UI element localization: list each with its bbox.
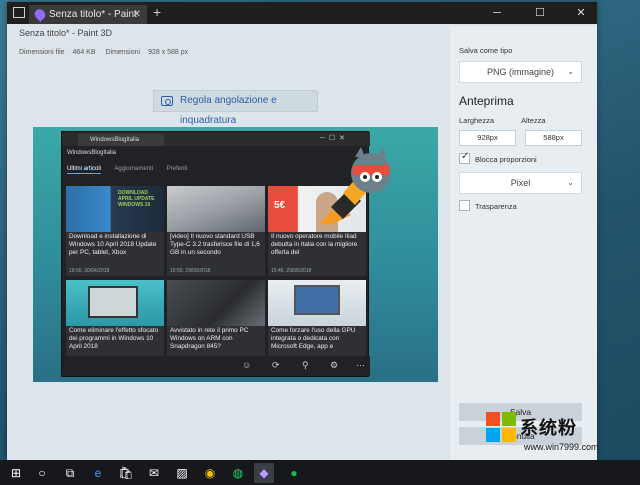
height-input[interactable]: 588px <box>525 130 582 146</box>
card-title: Come forzare l'uso della GPU integrata o… <box>271 327 356 350</box>
card-banner: DOWNLOAD APRIL UPDATE WINDOWS 10 <box>118 190 155 208</box>
save-type-label: Salva come tipo <box>459 46 513 55</box>
photos-icon[interactable]: ▨ <box>172 463 192 483</box>
whatsapp-icon[interactable]: ◍ <box>228 463 248 483</box>
paint3d-taskbar-icon[interactable]: ◆ <box>254 463 274 483</box>
new-tab-icon[interactable]: + <box>153 4 161 20</box>
lock-proportions-label: Blocca proporzioni <box>475 155 537 164</box>
watermark: 系统粉 www.win7999.com <box>486 408 634 462</box>
taskbar: ⊞ ○ ⧉ e 🛍 ✉ ▨ ◉ ◍ ◆ ● <box>0 460 640 485</box>
article-card: [video] Il nuovo standard USB Type-C 3.2… <box>167 186 265 276</box>
image-preview: WindowsBlogItalia ─ ☐ ✕ WindowsBlogItali… <box>33 127 438 382</box>
article-card: DOWNLOAD APRIL UPDATE WINDOWS 10 Downloa… <box>66 186 164 276</box>
ninja-cat-icon <box>319 147 391 225</box>
task-view-icon[interactable]: ⧉ <box>60 463 80 483</box>
file-size: 464 KB <box>72 49 96 56</box>
preview-header: WindowsBlogItalia <box>67 150 117 156</box>
gear-icon: ⚙ <box>330 360 339 370</box>
preview-nav-item: Aggiornamenti <box>114 166 154 172</box>
card-title: Download e installazione di Windows 10 A… <box>69 233 157 256</box>
windows-logo-icon <box>486 412 516 442</box>
card-image <box>167 280 265 326</box>
save-type-dropdown[interactable]: PNG (immagine) ⌄ <box>459 61 582 83</box>
edge-icon[interactable]: e <box>88 463 108 483</box>
spotify-icon[interactable]: ● <box>284 463 304 483</box>
watermark-brand: 系统粉 <box>520 418 577 439</box>
maximize-icon[interactable]: ☐ <box>526 2 554 24</box>
card-banner: 5€ <box>274 200 286 211</box>
card-image <box>66 280 164 326</box>
windows-start-icon[interactable]: ⊞ <box>6 463 26 483</box>
transparency-label: Trasparenza <box>475 202 517 211</box>
card-title: Avvistato in rete il primo PC Windows on… <box>170 327 249 350</box>
camera-icon <box>161 96 173 106</box>
crop-button[interactable]: Regola angolazione e inquadratura <box>153 90 318 126</box>
preview-nav-item: Ultimi articoli <box>67 166 102 174</box>
store-icon[interactable]: 🛍 <box>116 463 136 483</box>
width-label: Larghezza <box>459 116 495 125</box>
cortana-icon[interactable]: ○ <box>32 463 52 483</box>
search-icon: ⚲ <box>302 360 309 370</box>
file-meta: Dimensioni file 464 KB Dimensioni 928 x 58… <box>19 49 196 56</box>
preview-tab-title: WindowsBlogItalia <box>90 137 140 143</box>
unit-dropdown[interactable]: Pixel ⌄ <box>459 172 582 194</box>
preview-tab: WindowsBlogItalia <box>78 134 164 146</box>
card-image <box>268 280 366 326</box>
dimensions: 928 x 588 px <box>148 49 189 56</box>
preview-window-controls: ─ ☐ ✕ <box>320 135 345 142</box>
dimensions-label: Dimensioni <box>105 49 141 56</box>
paint3d-icon <box>32 7 48 22</box>
card-date: 15:45, 29/05/2018 <box>271 268 312 274</box>
laptop-image <box>88 286 138 318</box>
chrome-icon[interactable]: ◉ <box>200 463 220 483</box>
export-panel: Salva come tipo PNG (immagine) ⌄ Antepri… <box>450 26 597 460</box>
mail-icon[interactable]: ✉ <box>144 463 164 483</box>
task-view-icon[interactable] <box>13 7 25 18</box>
monitor-image <box>294 285 340 315</box>
preview-nav: Ultimi articoli Aggiornamenti Preferiti <box>67 166 199 174</box>
preview-title-bar: WindowsBlogItalia ─ ☐ ✕ <box>62 132 370 146</box>
minimize-icon[interactable]: ─ <box>483 2 511 24</box>
lock-proportions-checkbox[interactable] <box>459 151 470 164</box>
save-type-value: PNG (immagine) <box>486 67 554 77</box>
preview-heading: Anteprima <box>459 94 514 108</box>
card-image <box>167 186 265 232</box>
chevron-down-icon: ⌄ <box>567 67 574 76</box>
card-title: Il nuovo operatore mobile Iliad debutta … <box>271 233 358 256</box>
unit-value: Pixel <box>510 178 531 188</box>
preview-nav-item: Preferiti <box>166 166 188 172</box>
width-input[interactable]: 928px <box>459 130 516 146</box>
height-label: Altezza <box>521 116 546 125</box>
card-title: Come eliminare l'effetto sfocato dei pro… <box>69 327 159 350</box>
card-date: 19:00, 30/04/2018 <box>69 268 110 274</box>
crop-button-label: Regola angolazione e inquadratura <box>180 95 277 126</box>
file-size-label: Dimensioni file <box>19 49 65 56</box>
close-tab-icon[interactable]: ✕ <box>133 5 141 24</box>
title-bar: Senza titolo* - Paint 3D ✕ + ─ ☐ ✕ <box>7 2 597 39</box>
more-icon: ⋯ <box>356 360 365 370</box>
card-date: 15:50, 29/09/2018 <box>170 268 211 274</box>
card-title: [video] Il nuovo standard USB Type-C 3.2… <box>170 233 260 256</box>
card-image: DOWNLOAD APRIL UPDATE WINDOWS 10 <box>66 186 164 232</box>
transparency-checkbox[interactable] <box>459 200 470 211</box>
smile-icon: ☺ <box>242 360 252 370</box>
tab-paint3d[interactable]: Senza titolo* - Paint 3D ✕ <box>29 5 147 39</box>
paint3d-window: Senza titolo* - Paint 3D ✕ + ─ ☐ ✕ Senza… <box>7 2 597 460</box>
page-title: Senza titolo* - Paint 3D <box>19 28 113 38</box>
close-icon[interactable]: ✕ <box>567 2 595 24</box>
refresh-icon: ⟳ <box>272 360 280 370</box>
watermark-url: www.win7999.com <box>524 442 599 452</box>
chevron-down-icon: ⌄ <box>567 178 574 187</box>
preview-footer: ☺ ⟳ ⚲ ⚙ ⋯ <box>62 356 370 376</box>
